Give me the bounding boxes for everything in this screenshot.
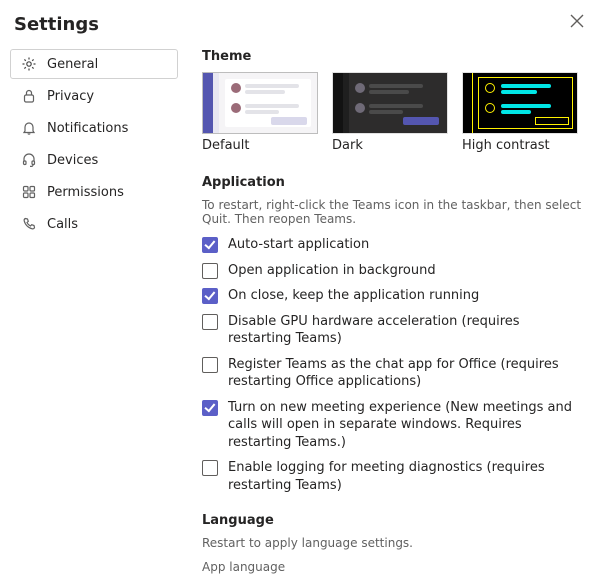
- theme-thumb-default: [202, 72, 318, 134]
- theme-heading: Theme: [202, 49, 586, 64]
- sidebar-item-permissions[interactable]: Permissions: [10, 177, 178, 207]
- application-helper: To restart, right-click the Teams icon i…: [202, 198, 586, 226]
- checkbox[interactable]: [202, 263, 218, 279]
- check-new-meeting-experience[interactable]: Turn on new meeting experience (New meet…: [202, 399, 586, 452]
- theme-option-high-contrast[interactable]: High contrast: [462, 72, 578, 153]
- check-label: Disable GPU hardware acceleration (requi…: [228, 313, 586, 348]
- check-register-chat-app[interactable]: Register Teams as the chat app for Offic…: [202, 356, 586, 391]
- headset-icon: [21, 152, 37, 168]
- language-heading: Language: [202, 513, 586, 528]
- theme-thumb-dark: [332, 72, 448, 134]
- app-language-label: App language: [202, 560, 586, 574]
- close-button[interactable]: [570, 14, 584, 28]
- check-label: Auto-start application: [228, 236, 369, 254]
- checkbox[interactable]: [202, 314, 218, 330]
- sidebar-item-notifications[interactable]: Notifications: [10, 113, 178, 143]
- application-heading: Application: [202, 175, 586, 190]
- sidebar-item-label: Calls: [47, 217, 78, 232]
- bell-icon: [21, 120, 37, 136]
- check-label: Open application in background: [228, 262, 436, 280]
- check-label: Register Teams as the chat app for Offic…: [228, 356, 586, 391]
- checkbox[interactable]: [202, 237, 218, 253]
- sidebar: General Privacy Notifications Devices: [10, 49, 178, 574]
- app-grid-icon: [21, 184, 37, 200]
- theme-option-dark[interactable]: Dark: [332, 72, 448, 153]
- checkbox[interactable]: [202, 460, 218, 476]
- sidebar-item-general[interactable]: General: [10, 49, 178, 79]
- sidebar-item-devices[interactable]: Devices: [10, 145, 178, 175]
- theme-thumb-high-contrast: [462, 72, 578, 134]
- check-label: On close, keep the application running: [228, 287, 479, 305]
- check-label: Enable logging for meeting diagnostics (…: [228, 459, 586, 494]
- lock-icon: [21, 88, 37, 104]
- gear-icon: [21, 56, 37, 72]
- main-panel: Theme Default: [202, 49, 590, 574]
- page-title: Settings: [14, 14, 590, 35]
- check-on-close-keep-running[interactable]: On close, keep the application running: [202, 287, 586, 305]
- theme-option-default[interactable]: Default: [202, 72, 318, 153]
- check-open-background[interactable]: Open application in background: [202, 262, 586, 280]
- sidebar-item-privacy[interactable]: Privacy: [10, 81, 178, 111]
- theme-label: High contrast: [462, 138, 578, 153]
- theme-label: Default: [202, 138, 318, 153]
- check-label: Turn on new meeting experience (New meet…: [228, 399, 586, 452]
- sidebar-item-label: Devices: [47, 153, 98, 168]
- sidebar-item-label: Permissions: [47, 185, 124, 200]
- check-enable-logging[interactable]: Enable logging for meeting diagnostics (…: [202, 459, 586, 494]
- checkbox[interactable]: [202, 357, 218, 373]
- phone-icon: [21, 216, 37, 232]
- checkbox[interactable]: [202, 288, 218, 304]
- theme-label: Dark: [332, 138, 448, 153]
- sidebar-item-label: Privacy: [47, 89, 94, 104]
- sidebar-item-label: General: [47, 57, 98, 72]
- sidebar-item-label: Notifications: [47, 121, 128, 136]
- check-auto-start[interactable]: Auto-start application: [202, 236, 586, 254]
- check-disable-gpu[interactable]: Disable GPU hardware acceleration (requi…: [202, 313, 586, 348]
- checkbox[interactable]: [202, 400, 218, 416]
- language-helper: Restart to apply language settings.: [202, 536, 586, 550]
- sidebar-item-calls[interactable]: Calls: [10, 209, 178, 239]
